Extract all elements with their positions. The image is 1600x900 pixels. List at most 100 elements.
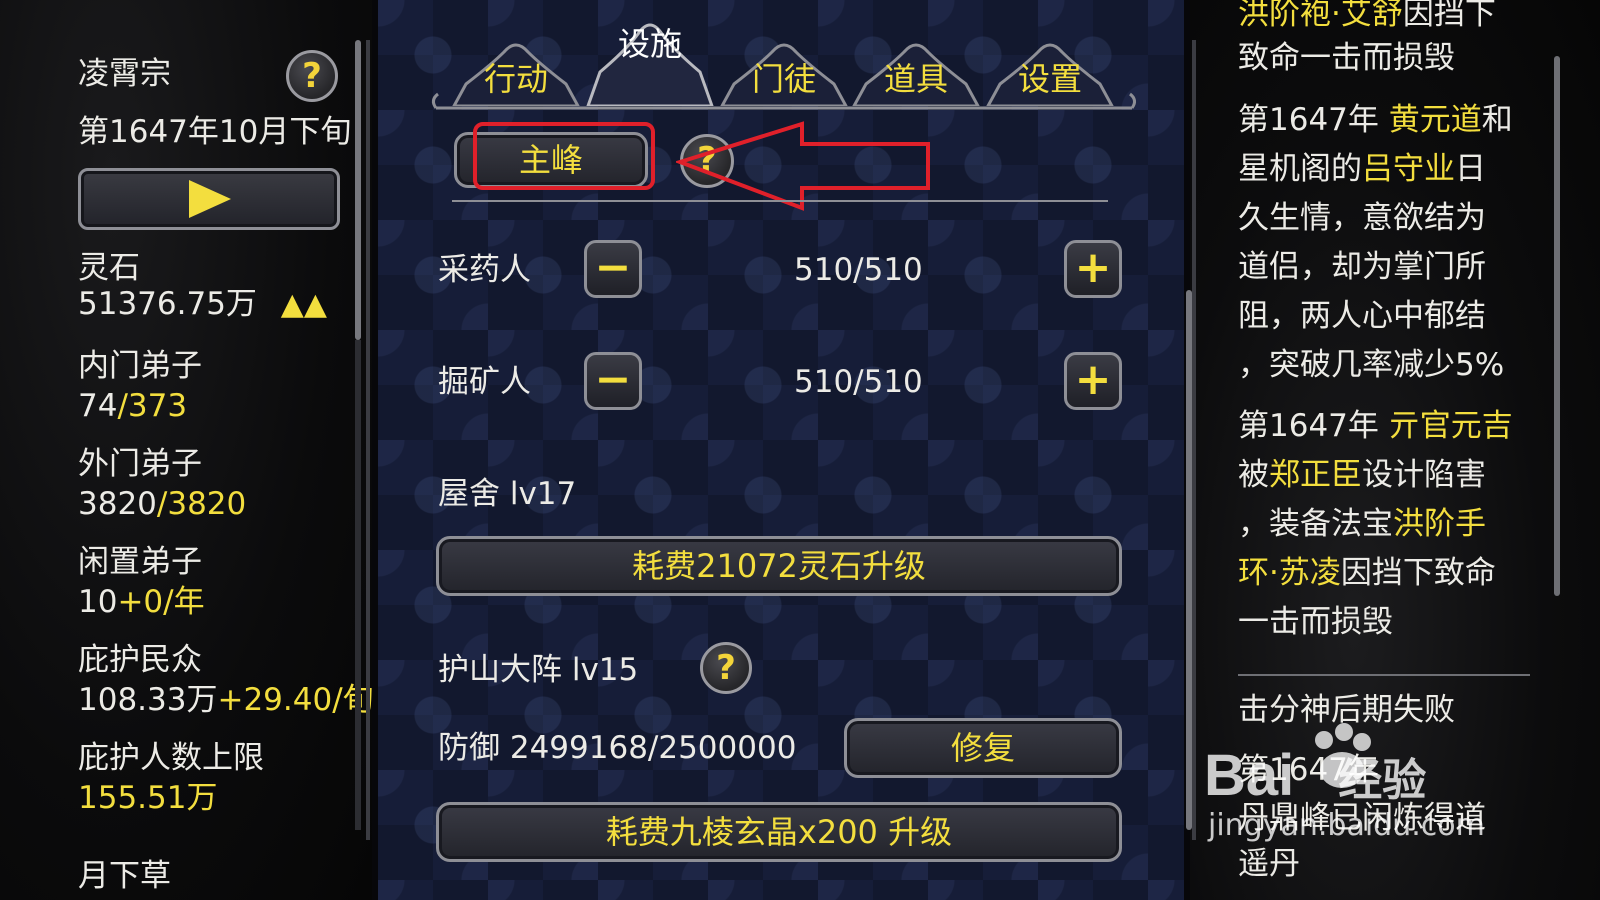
array-help-button[interactable]: ? [700, 642, 752, 694]
next-item-label: 月下草 [78, 858, 171, 894]
herb-decrease-button[interactable]: − [584, 240, 642, 298]
log-scrollbar[interactable] [1186, 290, 1192, 830]
log-item-name: 洪阶袍·艾舒 [1238, 0, 1403, 32]
protected-people-label: 庇护民众 [78, 642, 202, 678]
log-entry-line: 第1647年 黄元道和 [1238, 100, 1513, 140]
spirit-stone-label: 灵石 [78, 250, 140, 286]
log-entry-line: 第1647年 亓官元吉 [1238, 406, 1513, 446]
log-person-name: 吕守业 [1362, 151, 1455, 187]
tab-facilities[interactable]: 设施 [586, 10, 714, 106]
tab-disciples[interactable]: 门徒 [720, 34, 848, 106]
log-person-name: 黄元道 [1388, 102, 1482, 138]
log-item-name: 环·苏凌 [1238, 555, 1341, 591]
inner-disciples-label: 内门弟子 [78, 348, 202, 384]
log-entry-line: 星机阁的吕守业日 [1238, 149, 1486, 189]
protect-cap-label: 庇护人数上限 [78, 740, 264, 776]
log-entry-line: 洪阶袍·艾舒因挡下 [1238, 0, 1496, 34]
idle-disciples-label: 闲置弟子 [78, 544, 202, 580]
log-text: 日 [1455, 151, 1486, 187]
protect-rate: +29.40/旬 [217, 682, 374, 718]
log-entry-line: 致命一击而损毁 [1238, 40, 1455, 76]
housing-level: 屋舍 lv17 [438, 476, 577, 512]
protected-people-value: 108.33万+29.40/旬 [78, 680, 374, 720]
sect-help-button[interactable]: ? [286, 50, 338, 102]
tab-action-label: 行动 [483, 60, 548, 98]
repair-button[interactable]: 修复 [844, 718, 1122, 778]
miner-label: 掘矿人 [438, 364, 531, 400]
spirit-stone-row: 51376.75万 ▲▲ [78, 284, 327, 325]
log-text: 和 [1481, 102, 1513, 138]
tab-settings[interactable]: 设置 [986, 34, 1114, 106]
log-text: 星机阁的 [1238, 151, 1362, 187]
highlight-box [473, 122, 655, 190]
log-entry-line: 道侣，却为掌门所 [1238, 249, 1486, 285]
log-item-name: 洪阶手 [1393, 506, 1486, 542]
question-icon: ? [302, 56, 322, 96]
game-date: 第1647年10月下旬 [78, 114, 352, 150]
protective-array-level: 护山大阵 lv15 [438, 652, 639, 688]
log-text: ，装备法宝 [1238, 506, 1393, 542]
log-scrollbar-outer[interactable] [1554, 56, 1560, 596]
left-scrollbar[interactable] [355, 40, 361, 340]
trend-up-icon: ▲▲ [280, 287, 327, 322]
play-triangle-icon [189, 180, 231, 218]
paw-logo-icon [1315, 723, 1371, 788]
log-entry-line: ，突破几率减少5% [1238, 347, 1505, 383]
idle-disciples-value: 10+0/年 [78, 582, 205, 622]
inner-max: /373 [117, 388, 188, 424]
log-text: 第1647年 [1238, 102, 1389, 138]
protect-cap-value: 155.51万 [78, 780, 218, 816]
miner-count: 510/510 [794, 364, 923, 400]
idle-current: 10 [78, 584, 118, 620]
tab-disciples-label: 门徒 [751, 60, 816, 98]
outer-max: /3820 [156, 486, 247, 522]
log-person-name: 亓官元吉 [1388, 408, 1513, 444]
housing-upgrade-button[interactable]: 耗费21072灵石升级 [436, 536, 1122, 596]
defense-value: 防御 2499168/2500000 [438, 730, 797, 766]
inner-disciples-value: 74/373 [78, 386, 187, 426]
left-scroll-track [366, 40, 370, 840]
herb-gatherer-label: 采药人 [438, 252, 531, 288]
inner-current: 74 [78, 388, 118, 424]
log-text: 第1647年 [1238, 408, 1389, 444]
outer-current: 3820 [78, 486, 157, 522]
array-upgrade-label: 耗费九棱玄晶x200 升级 [605, 813, 953, 851]
subtab-divider [452, 200, 1108, 202]
log-scroll-track [1192, 40, 1196, 840]
log-entry-line: 一击而损毁 [1238, 604, 1393, 640]
sect-name: 凌霄宗 [78, 56, 171, 92]
tab-items-label: 道具 [883, 60, 948, 98]
herb-increase-button[interactable]: + [1064, 240, 1122, 298]
housing-upgrade-label: 耗费21072灵石升级 [632, 547, 926, 585]
minus-icon: − [594, 354, 632, 405]
array-upgrade-button[interactable]: 耗费九棱玄晶x200 升级 [436, 802, 1122, 862]
log-text: 因挡下 [1402, 0, 1496, 32]
log-text: 设计陷害 [1362, 457, 1486, 493]
log-text: 因挡下致命 [1340, 555, 1496, 591]
log-entry-line: 阻，两人心中郁结 [1238, 298, 1486, 334]
herb-gatherer-count: 510/510 [794, 252, 923, 288]
watermark-brand-a: Bai [1204, 743, 1295, 808]
question-icon: ? [716, 648, 736, 688]
repair-label: 修复 [950, 729, 1015, 767]
log-entry-line: ，装备法宝洪阶手 [1238, 504, 1486, 544]
left-scroll-lower [355, 340, 361, 830]
outer-disciples-label: 外门弟子 [78, 446, 202, 482]
tab-items[interactable]: 道具 [852, 34, 980, 106]
tab-settings-label: 设置 [1017, 60, 1082, 98]
spirit-stone-value: 51376.75万 [78, 286, 257, 322]
watermark-url: jingyan.baidu.com [1208, 808, 1485, 843]
outer-disciples-value: 3820/3820 [78, 484, 246, 524]
log-divider [1238, 674, 1530, 676]
plus-icon: + [1074, 242, 1112, 293]
log-entry-line: 久生情，意欲结为 [1238, 200, 1486, 236]
log-entry-line: 被郑正臣设计陷害 [1238, 455, 1486, 495]
miner-decrease-button[interactable]: − [584, 352, 642, 410]
minus-icon: − [594, 242, 632, 293]
tab-action[interactable]: 行动 [452, 34, 580, 106]
advance-time-button[interactable] [78, 168, 340, 230]
protect-current: 108.33万 [78, 682, 218, 718]
tab-facilities-label: 设施 [617, 25, 682, 63]
log-entry-line: 环·苏凌因挡下致命 [1238, 553, 1496, 593]
miner-increase-button[interactable]: + [1064, 352, 1122, 410]
